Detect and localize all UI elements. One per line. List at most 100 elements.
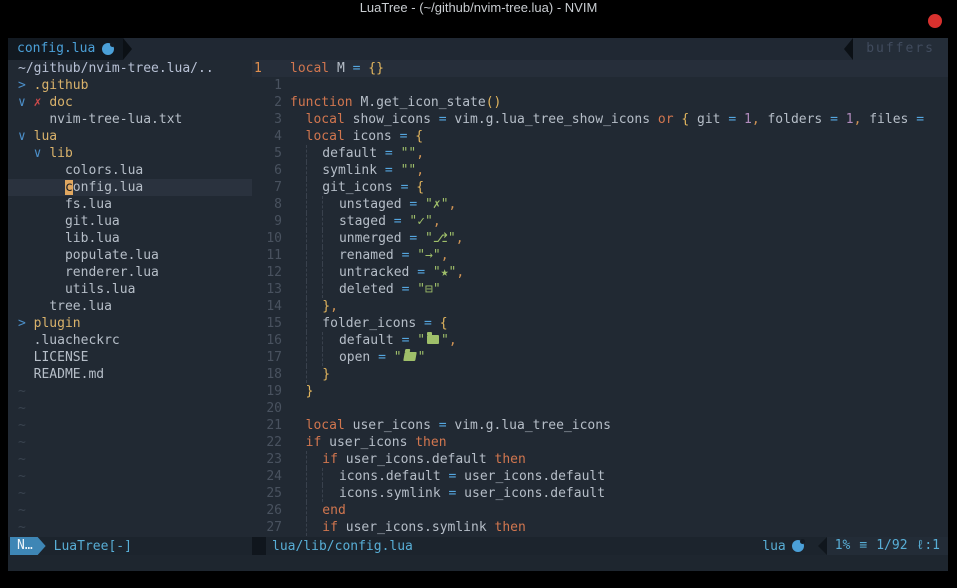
code-line[interactable]: 2function M.get_icon_state() [252, 94, 948, 111]
empty-line-tilde: ~ [8, 485, 252, 502]
line-number: 15 [252, 315, 282, 332]
syntax-token: "★" [433, 265, 456, 280]
indent-guide [306, 179, 323, 196]
syntax-token: 1 [846, 112, 854, 127]
indent-guide [306, 264, 323, 281]
code-line[interactable]: 4 local icons = { [252, 128, 948, 145]
code-text: if user_icons.symlink then [290, 520, 526, 535]
code-line[interactable]: 3 local show_icons = vim.g.lua_tree_show… [252, 111, 948, 128]
code-line[interactable]: 10 unmerged = "⎇", [252, 230, 948, 247]
code-line[interactable]: 19 } [252, 383, 948, 400]
tree-item-renderer-lua[interactable]: renderer.lua [8, 264, 252, 281]
tree-item-github[interactable]: > .github [8, 77, 252, 94]
code-line[interactable]: 20 [252, 400, 948, 417]
syntax-token: then [495, 452, 526, 467]
syntax-token: user_icons [321, 435, 415, 450]
code-line[interactable]: 9 staged = "✓", [252, 213, 948, 230]
code-line[interactable]: 23 if user_icons.default then [252, 451, 948, 468]
code-text: symlink = "", [290, 163, 424, 178]
code-line[interactable]: 14 }, [252, 298, 948, 315]
tree-item-git-lua[interactable]: git.lua [8, 213, 252, 230]
syntax-token [290, 333, 306, 348]
code-line[interactable]: 6 symlink = "", [252, 162, 948, 179]
tree-item-lua[interactable]: ∨ lua [8, 128, 252, 145]
tree-text [18, 231, 65, 246]
syntax-token: function [290, 95, 353, 110]
tree-text: populate.lua [65, 248, 159, 263]
syntax-token: , [416, 163, 424, 178]
syntax-token: { [440, 316, 448, 331]
code-line[interactable]: 1 [252, 77, 948, 94]
indent-guide [322, 264, 339, 281]
tilde-marker: ~ [18, 486, 26, 501]
tree-item-lib-lua[interactable]: lib.lua [8, 230, 252, 247]
tab-config-lua[interactable]: config.lua [8, 38, 123, 60]
code-line[interactable]: 11 renamed = "→", [252, 247, 948, 264]
line-number: 22 [252, 434, 282, 451]
tree-root[interactable]: ~/github/nvim-tree.lua/.. [8, 60, 252, 77]
syntax-token: } [322, 367, 330, 382]
syntax-token [290, 299, 306, 314]
fold-arrow-icon: > [18, 316, 34, 331]
tree-item-readme[interactable]: README.md [8, 366, 252, 383]
code-line[interactable]: 22 if user_icons then [252, 434, 948, 451]
code-line[interactable]: 15 folder_icons = { [252, 315, 948, 332]
code-text: if user_icons.default then [290, 452, 526, 467]
syntax-token: unstaged [339, 197, 409, 212]
code-line[interactable]: 27 if user_icons.symlink then [252, 519, 948, 536]
syntax-token: local [306, 129, 345, 144]
tree-text: .github [34, 78, 89, 93]
window-separator[interactable] [252, 537, 266, 555]
titlebar: LuaTree - (~/github/nvim-tree.lua) - NVI… [0, 0, 957, 38]
tree-item-config-lua[interactable]: config.lua [8, 179, 252, 196]
tree-item-plugin[interactable]: > plugin [8, 315, 252, 332]
code-line[interactable]: 17 open = "" [252, 349, 948, 366]
syntax-token: 1 [744, 112, 752, 127]
code-line[interactable]: 25 icons.symlink = user_icons.default [252, 485, 948, 502]
tree-item-nvim-tree-lua-txt[interactable]: nvim-tree-lua.txt [8, 111, 252, 128]
tree-item-populate-lua[interactable]: populate.lua [8, 247, 252, 264]
indent-guide [306, 196, 323, 213]
code-line[interactable]: 5 default = "", [252, 145, 948, 162]
tree-item-doc[interactable]: ∨ ✗ doc [8, 94, 252, 111]
code-line[interactable]: 12 untracked = "★", [252, 264, 948, 281]
tree-item-luacheckrc[interactable]: .luacheckrc [8, 332, 252, 349]
luatree-status-label: LuaTree[-] [54, 538, 132, 555]
code-line[interactable]: 21 local user_icons = vim.g.lua_tree_ico… [252, 417, 948, 434]
cursor-position: 1/92 [876, 537, 907, 555]
syntax-token: user_icons.default [456, 469, 605, 484]
code-line[interactable]: 18 } [252, 366, 948, 383]
syntax-token: staged [339, 214, 394, 229]
code-line[interactable]: 16 default = "", [252, 332, 948, 349]
mode-indicator: N… [10, 537, 46, 555]
tree-item-colors-lua[interactable]: colors.lua [8, 162, 252, 179]
command-line[interactable] [8, 555, 948, 571]
line-number: 13 [252, 281, 282, 298]
syntax-token [290, 367, 306, 382]
syntax-token [290, 503, 306, 518]
code-line[interactable]: 1local M = {} [252, 60, 948, 77]
position-segment: 1% ≡ 1/92 ℓ:1 [827, 537, 948, 555]
tree-item-utils-lua[interactable]: utils.lua [8, 281, 252, 298]
code-line[interactable]: 13 deleted = "⊟" [252, 281, 948, 298]
syntax-token [290, 316, 306, 331]
line-number: 1 [252, 77, 282, 94]
syntax-token: git_icons [322, 180, 400, 195]
tree-item-fs-lua[interactable]: fs.lua [8, 196, 252, 213]
tree-text [18, 197, 65, 212]
code-text: untracked = "★", [290, 265, 464, 280]
code-line[interactable]: 24 icons.default = user_icons.default [252, 468, 948, 485]
code-line[interactable]: 7 git_icons = { [252, 179, 948, 196]
statusline-left: N… LuaTree[-] [8, 537, 252, 555]
code-line[interactable]: 26 end [252, 502, 948, 519]
indent-guide [322, 485, 339, 502]
tree-text: renderer.lua [65, 265, 159, 280]
tree-item-lib[interactable]: ∨ lib [8, 145, 252, 162]
buffers-label[interactable]: buffers [853, 38, 948, 60]
close-button[interactable] [928, 14, 942, 28]
code-line[interactable]: 8 unstaged = "✗", [252, 196, 948, 213]
window-title: LuaTree - (~/github/nvim-tree.lua) - NVI… [0, 0, 957, 38]
tree-item-license[interactable]: LICENSE [8, 349, 252, 366]
tree-item-tree-lua[interactable]: tree.lua [8, 298, 252, 315]
indent-guide [322, 247, 339, 264]
